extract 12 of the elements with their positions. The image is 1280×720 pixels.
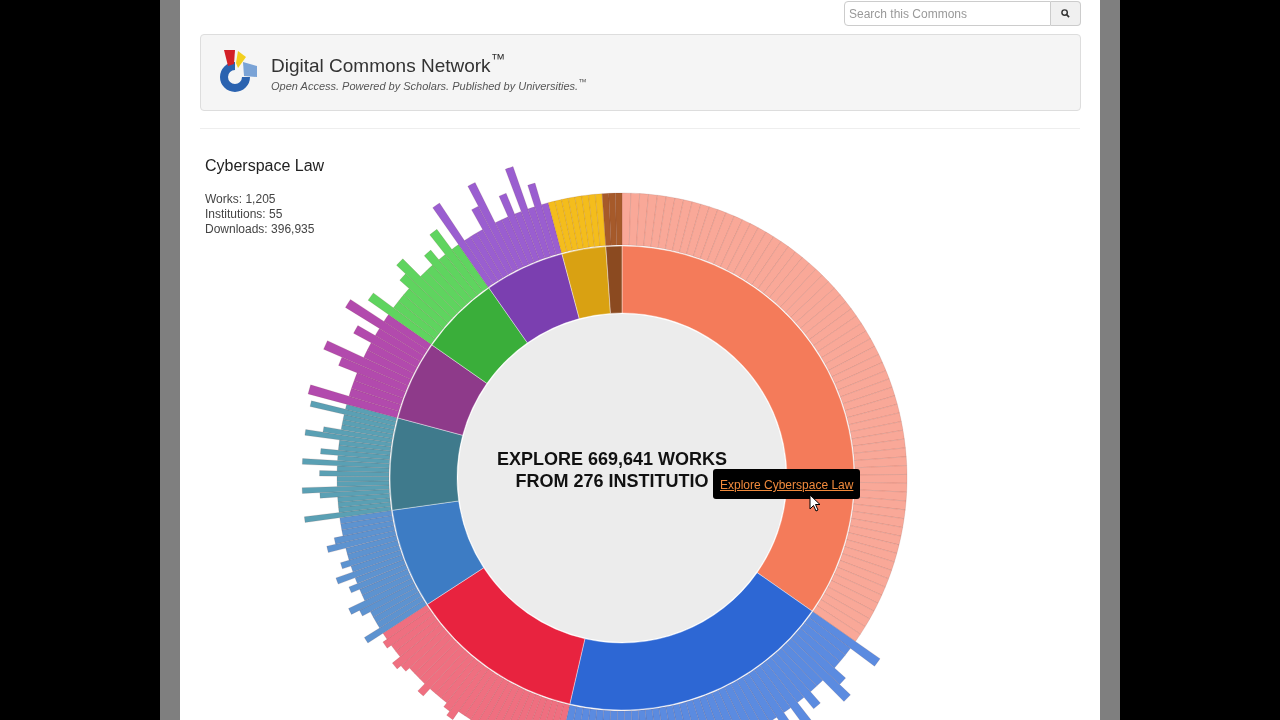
search-button[interactable] [1051,1,1081,26]
search-icon [1061,9,1070,18]
tagline: Open Access. Powered by Scholars. Published by Universities.$^{™}$ [271,80,587,92]
center-text: FROM 276 INSTITUTIO [515,470,709,492]
explore-link[interactable]: Explore Cyberspace Law [720,478,854,492]
site-title[interactable]: Digital Commons Network$^{™}$ [271,55,587,75]
stat-text: Works: 1,205 [205,192,277,207]
stat-text: Downloads: 396,935 [205,222,316,237]
center-text: EXPLORE 669,641 WORKS [497,448,728,470]
stat-text: Institutions: 55 [205,207,284,222]
discipline-title: Cyberspace Law [205,156,325,176]
search-field[interactable]: Search this Commons [844,1,1051,26]
